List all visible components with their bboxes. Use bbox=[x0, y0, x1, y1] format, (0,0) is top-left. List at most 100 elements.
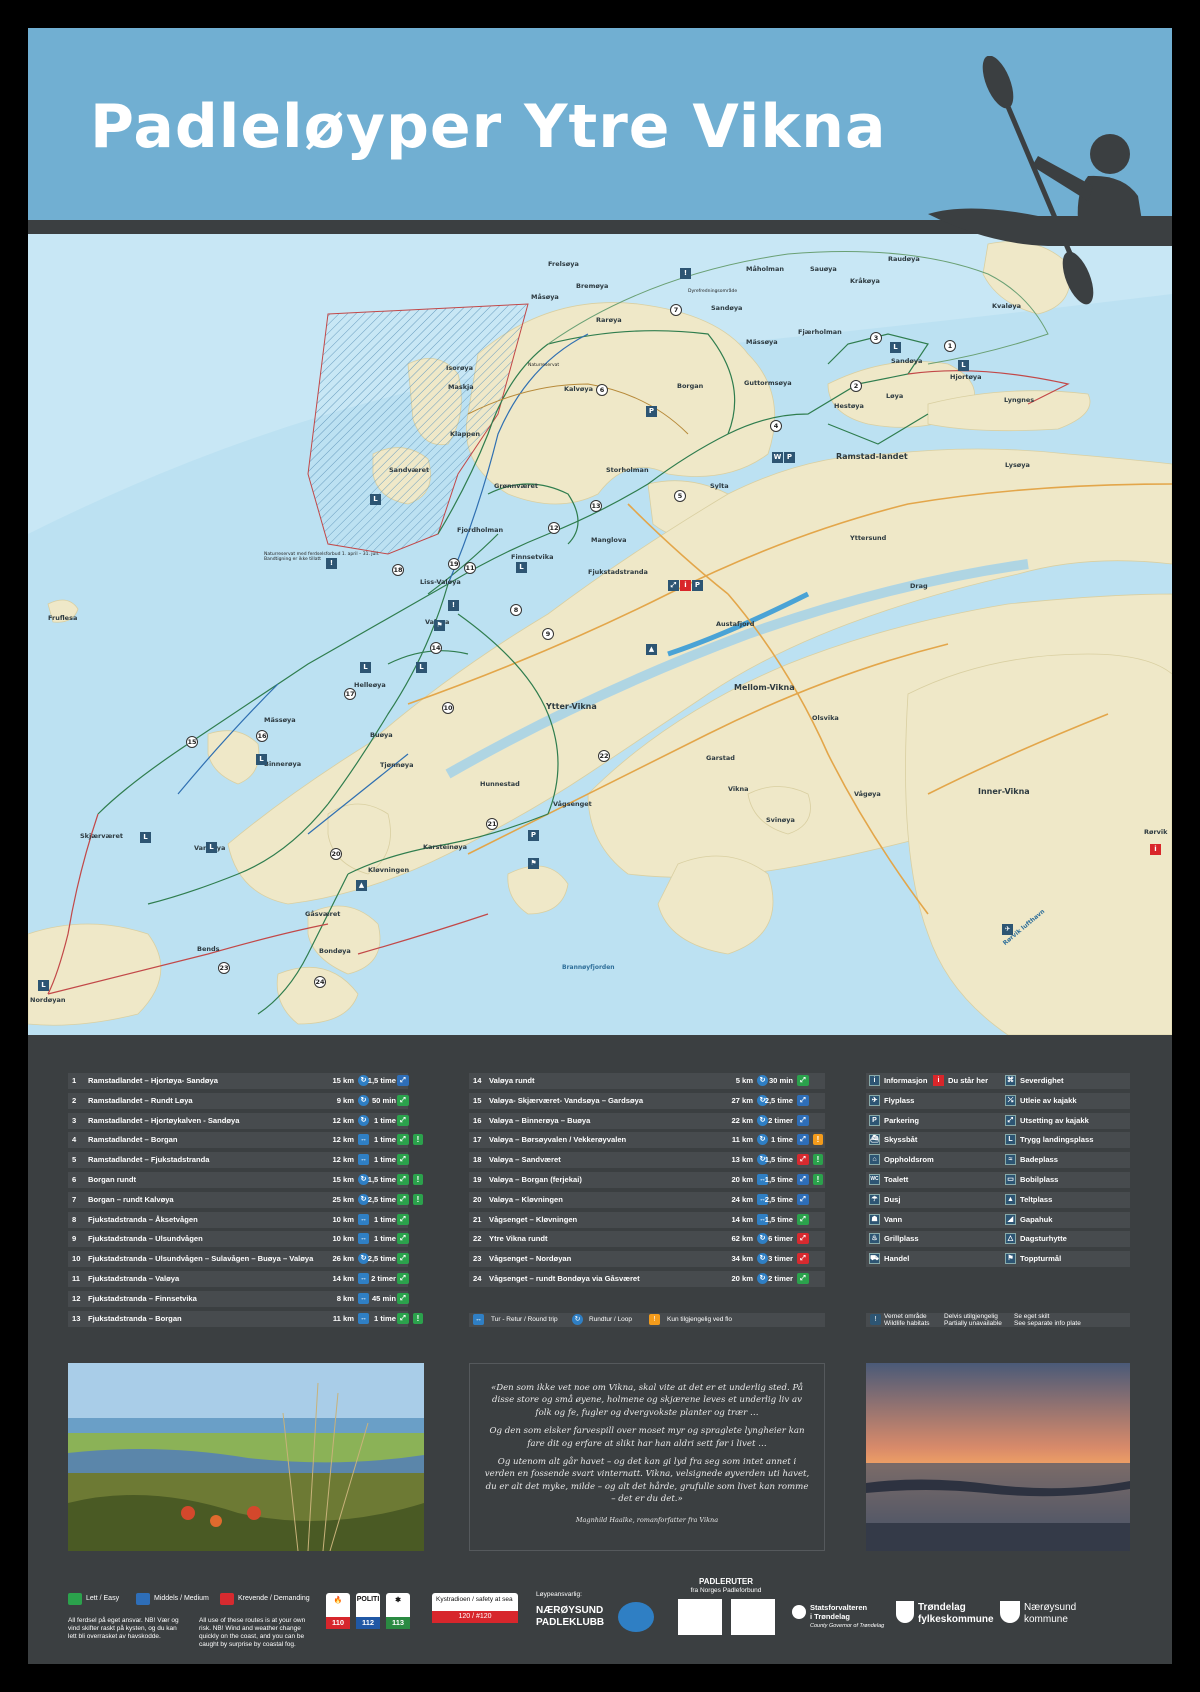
parking-icon[interactable]: P bbox=[528, 830, 539, 841]
route-list-right: 14 Valøya rundt 5 km ↻ 30 min ⤢ 15 Valøya- Skjæ… bbox=[469, 1073, 825, 1291]
place-label: Drag bbox=[910, 582, 928, 590]
landing-icon[interactable]: L bbox=[890, 342, 901, 353]
route-map[interactable]: Frelsøya Måholman Sauøya Raudøya Kråkøya… bbox=[28, 234, 1172, 1035]
route-marker-23[interactable]: 23 bbox=[218, 962, 230, 974]
route-row[interactable]: 17 Valøya – Børsøyvalen / Vekkerøyvalen 11… bbox=[469, 1132, 825, 1149]
warning-icon: ! bbox=[813, 1134, 823, 1146]
route-row[interactable]: 3 Ramstadlandet – Hjortøykalven - Sandøya… bbox=[68, 1112, 409, 1129]
place-label: Karsteinøya bbox=[423, 843, 467, 851]
route-row[interactable]: 15 Valøya- Skjærværet- Vandsøya – Gardsøy… bbox=[469, 1092, 825, 1109]
parking-icon[interactable]: P bbox=[646, 406, 657, 417]
info-icon[interactable]: ! bbox=[326, 558, 337, 569]
parking-icon[interactable]: P bbox=[784, 452, 795, 463]
symbol-label: Gapahuk bbox=[1020, 1214, 1053, 1224]
route-marker-12[interactable]: 12 bbox=[548, 522, 560, 534]
route-row[interactable]: 2 Ramstadlandet – Rundt Løya 9 km ↻ 50 min ⤢ bbox=[68, 1092, 409, 1109]
place-label: Måsøya bbox=[531, 293, 559, 301]
difficulty-medium-icon: ⤢ bbox=[797, 1173, 809, 1185]
route-name: Borgan – rundt Kalvøya bbox=[88, 1194, 174, 1204]
route-row[interactable]: 4 Ramstadlandet – Borgan 12 km ↔ 1 time ⤢! bbox=[68, 1132, 423, 1149]
route-marker-24[interactable]: 24 bbox=[314, 976, 326, 988]
you-are-here-icon: i bbox=[933, 1075, 944, 1086]
parking-icon[interactable]: P bbox=[692, 580, 703, 591]
you-are-here-icon[interactable]: i bbox=[680, 580, 691, 591]
route-distance: 5 km bbox=[735, 1076, 753, 1085]
route-row[interactable]: 12 Fjukstadstranda – Finnsetvika 8 km ↔ 45 m… bbox=[68, 1290, 409, 1307]
route-marker-11[interactable]: 11 bbox=[464, 562, 476, 574]
route-marker-10[interactable]: 10 bbox=[442, 702, 454, 714]
landing-icon[interactable]: L bbox=[38, 980, 49, 991]
route-number: 9 bbox=[72, 1234, 77, 1244]
route-row[interactable]: 8 Fjukstadstranda – Åksetvågen 10 km ↔ 1 tim… bbox=[68, 1211, 409, 1228]
route-marker-21[interactable]: 21 bbox=[486, 818, 498, 830]
route-marker-3[interactable]: 3 bbox=[870, 332, 882, 344]
symbol-label: Utleie av kajakk bbox=[1020, 1095, 1077, 1105]
info-icon[interactable]: ! bbox=[680, 268, 691, 279]
route-row[interactable]: 13 Fjukstadstranda – Borgan 11 km ↔ 1 time ⤢! bbox=[68, 1310, 423, 1327]
toilet-icon[interactable]: W bbox=[772, 452, 783, 463]
route-number: 11 bbox=[72, 1273, 81, 1283]
beach-icon: ≈ bbox=[1005, 1154, 1016, 1166]
route-row[interactable]: 16 Valøya – Binnerøya – Buøya 22 km ↻ 2 time… bbox=[469, 1112, 825, 1129]
route-row[interactable]: 19 Valøya – Borgan (ferjekai) 20 km ↔ 1,5 ti… bbox=[469, 1171, 825, 1188]
landing-icon[interactable]: L bbox=[958, 360, 969, 371]
route-marker-14[interactable]: 14 bbox=[430, 642, 442, 654]
route-marker-13[interactable]: 13 bbox=[590, 500, 602, 512]
route-marker-7[interactable]: 7 bbox=[670, 304, 682, 316]
route-row[interactable]: 11 Fjukstadstranda – Valøya 14 km ↔ 2 timer ⤢ bbox=[68, 1270, 409, 1287]
route-row[interactable]: 20 Valøya – Kløvningen 24 km ↔ 2,5 time ⤢ bbox=[469, 1191, 825, 1208]
route-row[interactable]: 9 Fjukstadstranda – Ulsundvågen 10 km ↔ 1 ti… bbox=[68, 1231, 409, 1248]
place-label: Inner-Vikna bbox=[978, 787, 1030, 796]
route-row[interactable]: 10 Fjukstadstranda – Ulsundvågen – Sulavå… bbox=[68, 1251, 409, 1268]
summit-icon[interactable]: ⚑ bbox=[528, 858, 539, 869]
place-label: Sandværet bbox=[389, 466, 430, 474]
place-label: Sandøya bbox=[891, 357, 923, 365]
route-marker-1[interactable]: 1 bbox=[944, 340, 956, 352]
summit-icon[interactable]: ⚑ bbox=[434, 620, 445, 631]
route-row[interactable]: 1 Ramstadlandet – Hjortøya- Sandøya 15 km ↻… bbox=[68, 1073, 409, 1089]
route-row[interactable]: 6 Borgan rundt 15 km ↻ 1,5 time ⤢! bbox=[68, 1171, 423, 1188]
route-marker-8[interactable]: 8 bbox=[510, 604, 522, 616]
route-marker-19[interactable]: 19 bbox=[448, 558, 460, 570]
tent-icon[interactable]: ▲ bbox=[356, 880, 367, 891]
landing-icon[interactable]: L bbox=[140, 832, 151, 843]
toilet-icon: WC bbox=[869, 1173, 880, 1185]
route-marker-17[interactable]: 17 bbox=[344, 688, 356, 700]
route-marker-22[interactable]: 22 bbox=[598, 750, 610, 762]
landing-icon[interactable]: L bbox=[370, 494, 381, 505]
landing-icon[interactable]: L bbox=[206, 842, 217, 853]
route-row[interactable]: 24 Vågsenget – rundt Bondøya via Gåsværet… bbox=[469, 1270, 825, 1287]
kayak-launch-icon[interactable]: ⤢ bbox=[668, 580, 679, 591]
route-time: 2,5 time bbox=[764, 1095, 793, 1105]
route-marker-9[interactable]: 9 bbox=[542, 628, 554, 640]
difficulty-easy-icon: ⤢ bbox=[397, 1173, 409, 1185]
symbol-label: Handel bbox=[884, 1254, 910, 1264]
route-row[interactable]: 18 Valøya – Sandværet 13 km ↻ 1,5 time ⤢! bbox=[469, 1152, 825, 1169]
landing-icon[interactable]: L bbox=[256, 754, 267, 765]
route-marker-4[interactable]: 4 bbox=[770, 420, 782, 432]
route-marker-5[interactable]: 5 bbox=[674, 490, 686, 502]
airport-icon[interactable]: ✈ bbox=[1002, 924, 1013, 935]
fire-icon: 🔥 bbox=[333, 1597, 343, 1604]
route-row[interactable]: 14 Valøya rundt 5 km ↻ 30 min ⤢ bbox=[469, 1073, 825, 1089]
route-marker-15[interactable]: 15 bbox=[186, 736, 198, 748]
qr-code-android[interactable] bbox=[731, 1599, 775, 1635]
route-marker-20[interactable]: 20 bbox=[330, 848, 342, 860]
info-icon[interactable]: ! bbox=[448, 600, 459, 611]
route-marker-6[interactable]: 6 bbox=[596, 384, 608, 396]
route-row[interactable]: 23 Vågsenget – Nordøyan 34 km ↻ 3 timer ⤢ bbox=[469, 1251, 825, 1268]
route-row[interactable]: 21 Vågsenget – Kløvningen 14 km ↔ 1,5 time ⤢ bbox=[469, 1211, 825, 1228]
landing-icon[interactable]: L bbox=[416, 662, 427, 673]
route-marker-2[interactable]: 2 bbox=[850, 380, 862, 392]
route-row[interactable]: 7 Borgan – rundt Kalvøya 25 km ↻ 2,5 time ⤢! bbox=[68, 1191, 423, 1208]
tent-icon[interactable]: ▲ bbox=[646, 644, 657, 655]
route-marker-18[interactable]: 18 bbox=[392, 564, 404, 576]
route-row[interactable]: 5 Ramstadlandet – Fjukstadstranda 12 km ↔ 1 … bbox=[68, 1152, 409, 1169]
route-row[interactable]: 22 Ytre Vikna rundt 62 km ↻ 6 timer ⤢ bbox=[469, 1231, 825, 1248]
symbol-row: ☗ Vann ◢ Gapahuk bbox=[866, 1211, 1130, 1228]
route-marker-16[interactable]: 16 bbox=[256, 730, 268, 742]
landing-icon[interactable]: L bbox=[360, 662, 371, 673]
qr-code-ios[interactable] bbox=[678, 1599, 722, 1635]
you-are-here-icon[interactable]: i bbox=[1150, 844, 1161, 855]
landing-icon[interactable]: L bbox=[516, 562, 527, 573]
